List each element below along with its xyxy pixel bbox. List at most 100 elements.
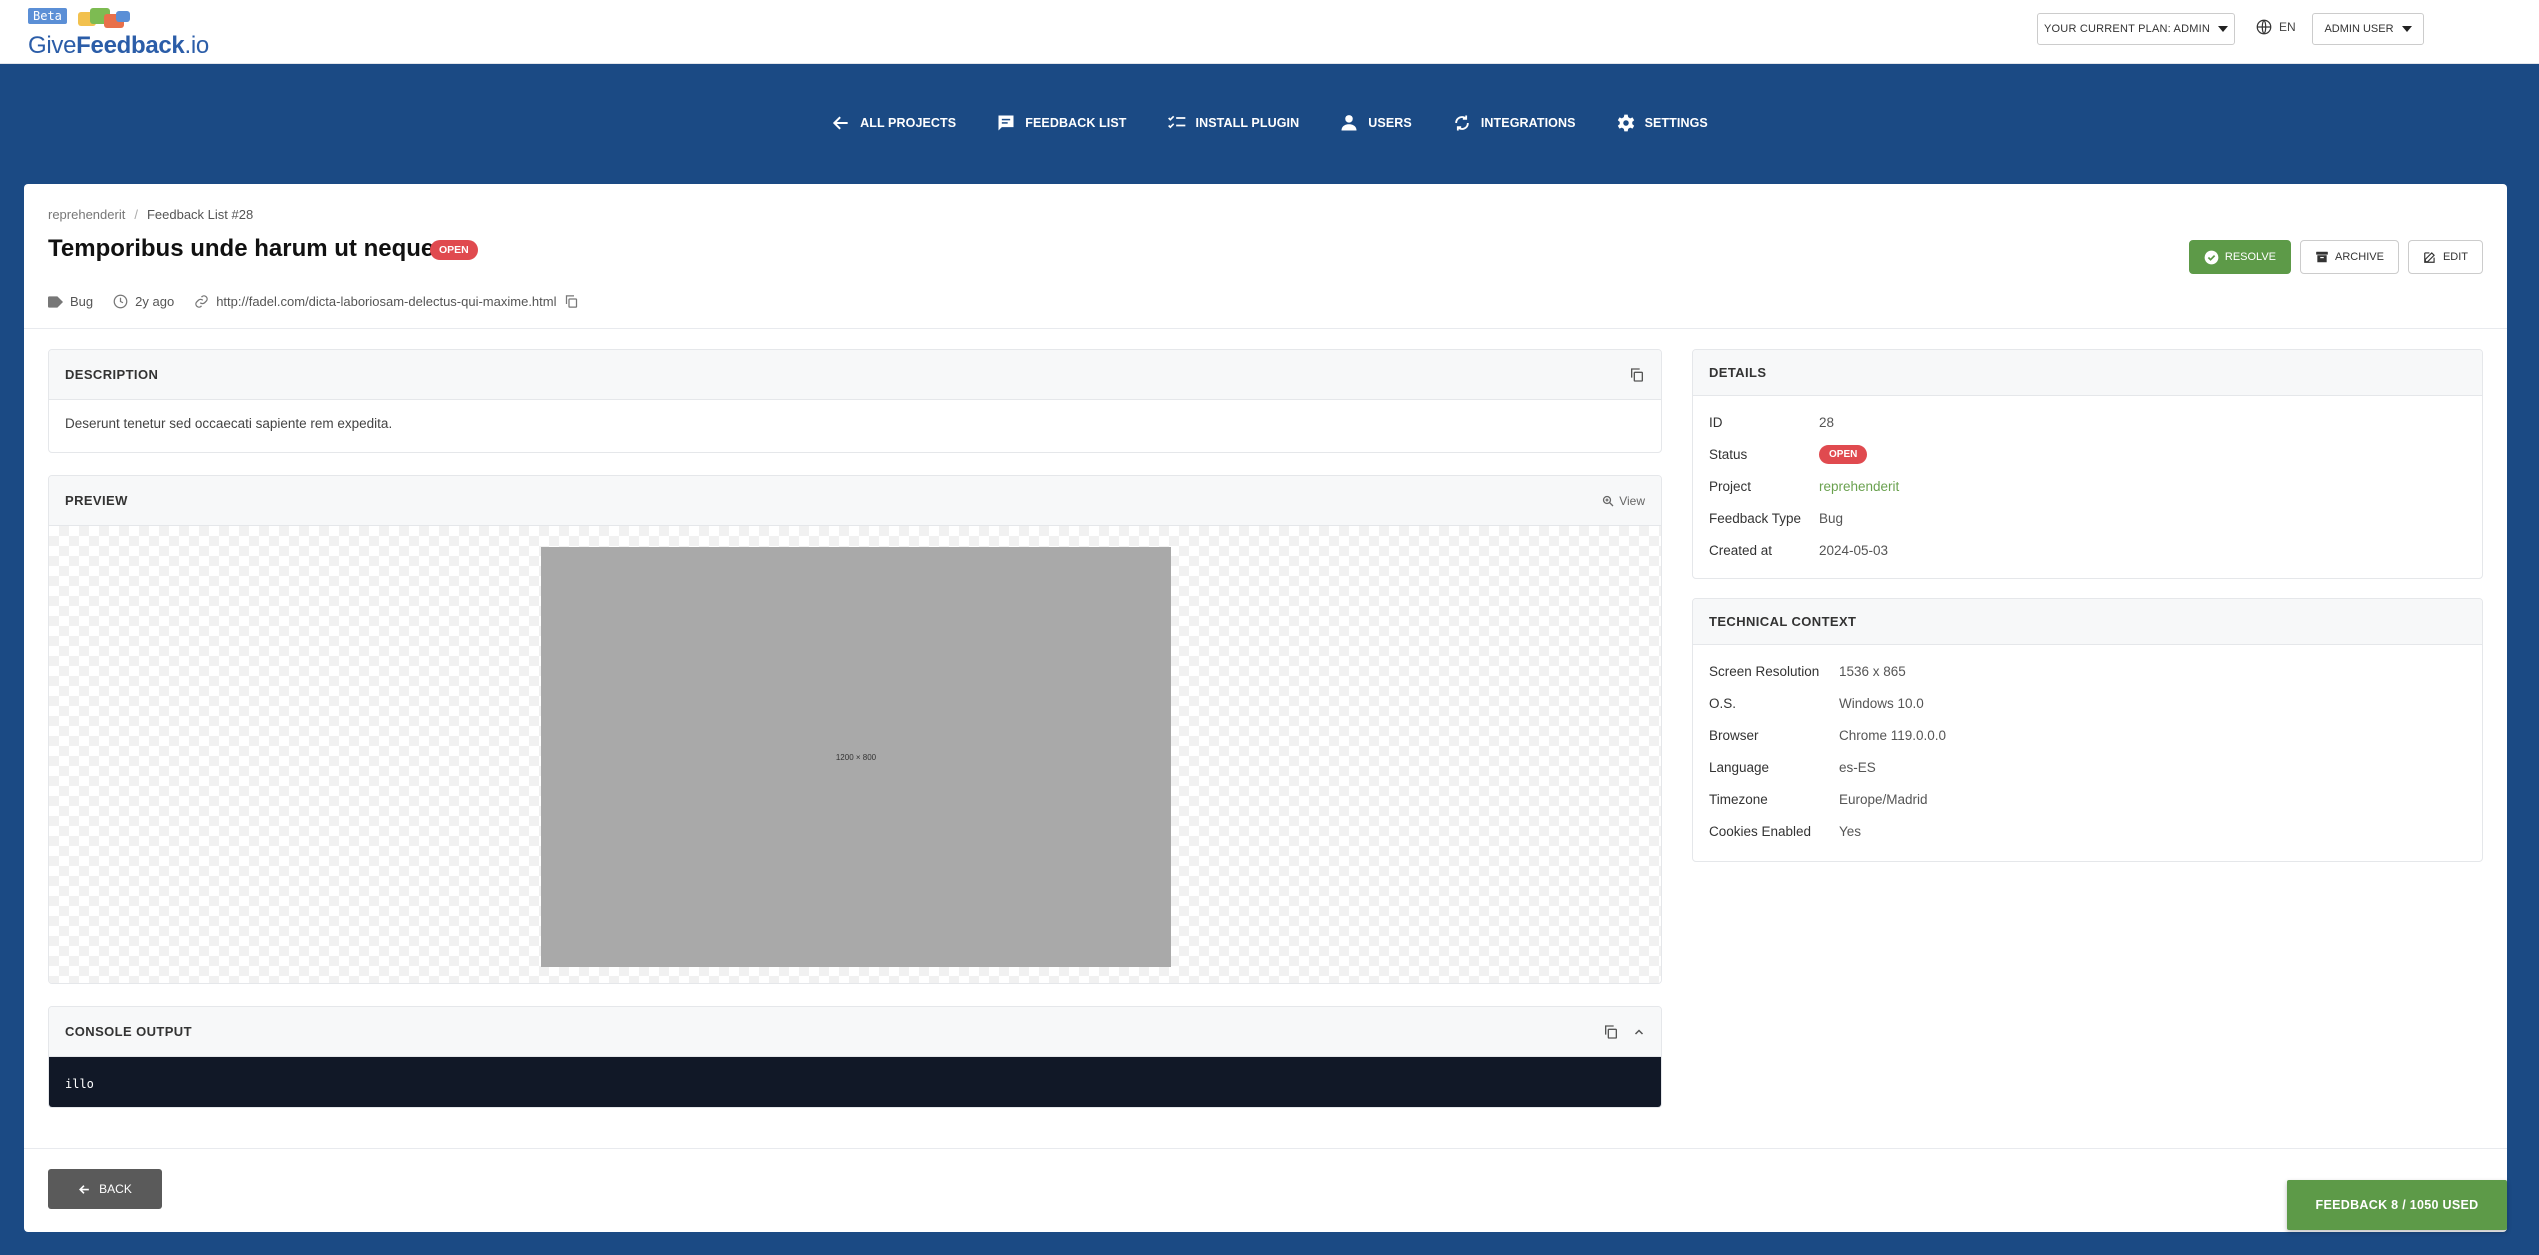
nav-integrations[interactable]: INTEGRATIONS — [1452, 108, 1576, 138]
sync-icon — [1455, 115, 1469, 131]
feedback-age: 2y ago — [113, 294, 174, 309]
main-nav: ALL PROJECTS FEEDBACK LIST INSTALL PLUGI… — [0, 108, 2539, 138]
user-menu-label: ADMIN USER — [2324, 23, 2394, 35]
preview-panel: PREVIEW View 1200 × 800 — [48, 475, 1662, 984]
preview-heading: PREVIEW — [65, 493, 128, 508]
description-panel: DESCRIPTION Deserunt tenetur sed occaeca… — [48, 349, 1662, 453]
resolve-button-label: RESOLVE — [2224, 251, 2277, 263]
screenshot-preview-caption: 1200 × 800 — [835, 752, 877, 762]
footer-divider — [24, 1148, 2507, 1149]
tech-browser-value: Chrome 119.0.0.0 — [1839, 727, 1947, 743]
detail-id-value: 28 — [1819, 414, 1835, 430]
language-label: EN — [2279, 20, 2296, 34]
feedback-meta: Bug 2y ago http://fadel.com/dicta-labori… — [48, 294, 579, 309]
resolve-button[interactable]: RESOLVE — [2188, 240, 2292, 274]
technical-context-list: Screen Resolution 1536 x 865 O.S. Window… — [1709, 655, 2466, 847]
details-body: ID 28 Status OPEN Project reprehenderit … — [1693, 396, 2482, 578]
back-button[interactable]: BACK — [48, 1169, 162, 1209]
breadcrumb-current: Feedback List #28 — [146, 207, 254, 222]
brand-domain: .io — [184, 32, 209, 59]
console-header: CONSOLE OUTPUT — [49, 1007, 1661, 1057]
preview-header: PREVIEW View — [49, 476, 1661, 526]
tech-os-label: O.S. — [1709, 695, 1737, 711]
detail-created-value: 2024-05-03 — [1819, 542, 1889, 558]
edit-icon — [2424, 252, 2435, 263]
detail-type-value: Bug — [1819, 510, 1844, 526]
tag-icon — [48, 295, 63, 308]
check-circle-icon — [2204, 250, 2219, 264]
checklist-icon — [1167, 115, 1185, 129]
nav-users-label: USERS — [1368, 116, 1412, 130]
tech-cookies-value: Yes — [1839, 823, 1862, 839]
technical-context-panel: TECHNICAL CONTEXT Screen Resolution 1536… — [1692, 598, 2483, 862]
preview-canvas: 1200 × 800 — [49, 526, 1661, 983]
detail-type-label: Feedback Type — [1709, 510, 1802, 526]
action-buttons: RESOLVE ARCHIVE EDIT — [2188, 240, 2483, 274]
page-title: Temporibus unde harum ut neque. — [48, 235, 441, 262]
chevron-down-icon — [2401, 26, 2412, 32]
screenshot-preview-image[interactable]: 1200 × 800 — [541, 547, 1171, 967]
nav-feedback-list[interactable]: FEEDBACK LIST — [996, 108, 1126, 138]
technical-context-heading: TECHNICAL CONTEXT — [1709, 614, 1857, 629]
copy-icon[interactable] — [1603, 1024, 1619, 1040]
description-header: DESCRIPTION — [49, 350, 1661, 400]
feedback-usage-label: FEEDBACK 8 / 1050 USED — [2315, 1198, 2479, 1212]
archive-button[interactable]: ARCHIVE — [2300, 240, 2399, 274]
details-panel: DETAILS ID 28 Status OPEN Project repreh… — [1692, 349, 2483, 579]
details-list: ID 28 Status OPEN Project reprehenderit … — [1709, 406, 2466, 566]
detail-project-link[interactable]: reprehenderit — [1819, 470, 2466, 502]
clock-icon — [113, 294, 128, 309]
feedback-usage-button[interactable]: FEEDBACK 8 / 1050 USED — [2287, 1180, 2507, 1230]
current-plan-dropdown[interactable]: YOUR CURRENT PLAN: ADMIN — [2037, 13, 2235, 45]
comment-icon — [998, 115, 1014, 131]
view-button-label: View — [1619, 493, 1645, 508]
back-button-label: BACK — [99, 1182, 132, 1196]
gear-icon — [1617, 114, 1634, 132]
feedback-url: http://fadel.com/dicta-laboriosam-delect… — [194, 294, 578, 309]
detail-status-label: Status — [1709, 446, 1748, 462]
user-icon — [1341, 115, 1357, 131]
beta-tag: Beta — [28, 8, 67, 24]
status-badge: OPEN — [430, 240, 478, 260]
zoom-icon — [1603, 495, 1614, 506]
link-icon — [195, 295, 208, 308]
feedback-url-link[interactable]: http://fadel.com/dicta-laboriosam-delect… — [216, 294, 556, 309]
top-bar: Beta GiveFeedback.io YOUR CURRENT PLAN: … — [0, 0, 2539, 64]
nav-settings-label: SETTINGS — [1644, 116, 1708, 130]
brand-name: GiveFeedback.io — [28, 32, 209, 60]
nav-settings[interactable]: SETTINGS — [1616, 108, 1708, 138]
chat-bubbles-icon — [78, 8, 130, 28]
feedback-type-label: Bug — [70, 294, 94, 309]
nav-users[interactable]: USERS — [1339, 108, 1412, 138]
description-text: Deserunt tenetur sed occaecati sapiente … — [65, 416, 393, 431]
copy-icon[interactable] — [1629, 367, 1645, 383]
language-selector[interactable]: EN — [2255, 18, 2296, 36]
logo[interactable]: Beta GiveFeedback.io — [28, 8, 209, 59]
nav-feedback-list-label: FEEDBACK LIST — [1025, 116, 1127, 130]
edit-button[interactable]: EDIT — [2407, 240, 2483, 274]
brand-give: Give — [28, 32, 77, 59]
chevron-up-icon[interactable] — [1633, 1026, 1645, 1038]
breadcrumb-project-link[interactable]: reprehenderit — [48, 207, 125, 222]
edit-button-label: EDIT — [2442, 251, 2468, 263]
details-header: DETAILS — [1693, 350, 2482, 396]
detail-status-badge: OPEN — [1819, 444, 1868, 464]
tech-cookies-label: Cookies Enabled — [1709, 823, 1812, 839]
nav-all-projects[interactable]: ALL PROJECTS — [831, 108, 956, 138]
feedback-detail-card: reprehenderit / Feedback List #28 Tempor… — [24, 184, 2507, 1232]
user-menu-dropdown[interactable]: ADMIN USER — [2312, 13, 2424, 45]
copy-icon[interactable] — [564, 294, 579, 309]
view-button[interactable]: View — [1602, 494, 1645, 508]
detail-status-cell: OPEN — [1819, 438, 2466, 470]
nav-install-plugin[interactable]: INSTALL PLUGIN — [1167, 108, 1300, 138]
console-heading: CONSOLE OUTPUT — [65, 1024, 192, 1039]
console-output: illo — [49, 1057, 1661, 1107]
detail-id-label: ID — [1709, 414, 1723, 430]
tech-timezone-value: Europe/Madrid — [1839, 791, 1928, 807]
current-plan-label: YOUR CURRENT PLAN: ADMIN — [2044, 23, 2210, 35]
feedback-age-label: 2y ago — [135, 294, 175, 309]
console-controls — [1603, 1024, 1645, 1040]
header-divider — [24, 328, 2507, 329]
tech-browser-label: Browser — [1709, 727, 1759, 743]
breadcrumb-separator: / — [134, 207, 138, 222]
